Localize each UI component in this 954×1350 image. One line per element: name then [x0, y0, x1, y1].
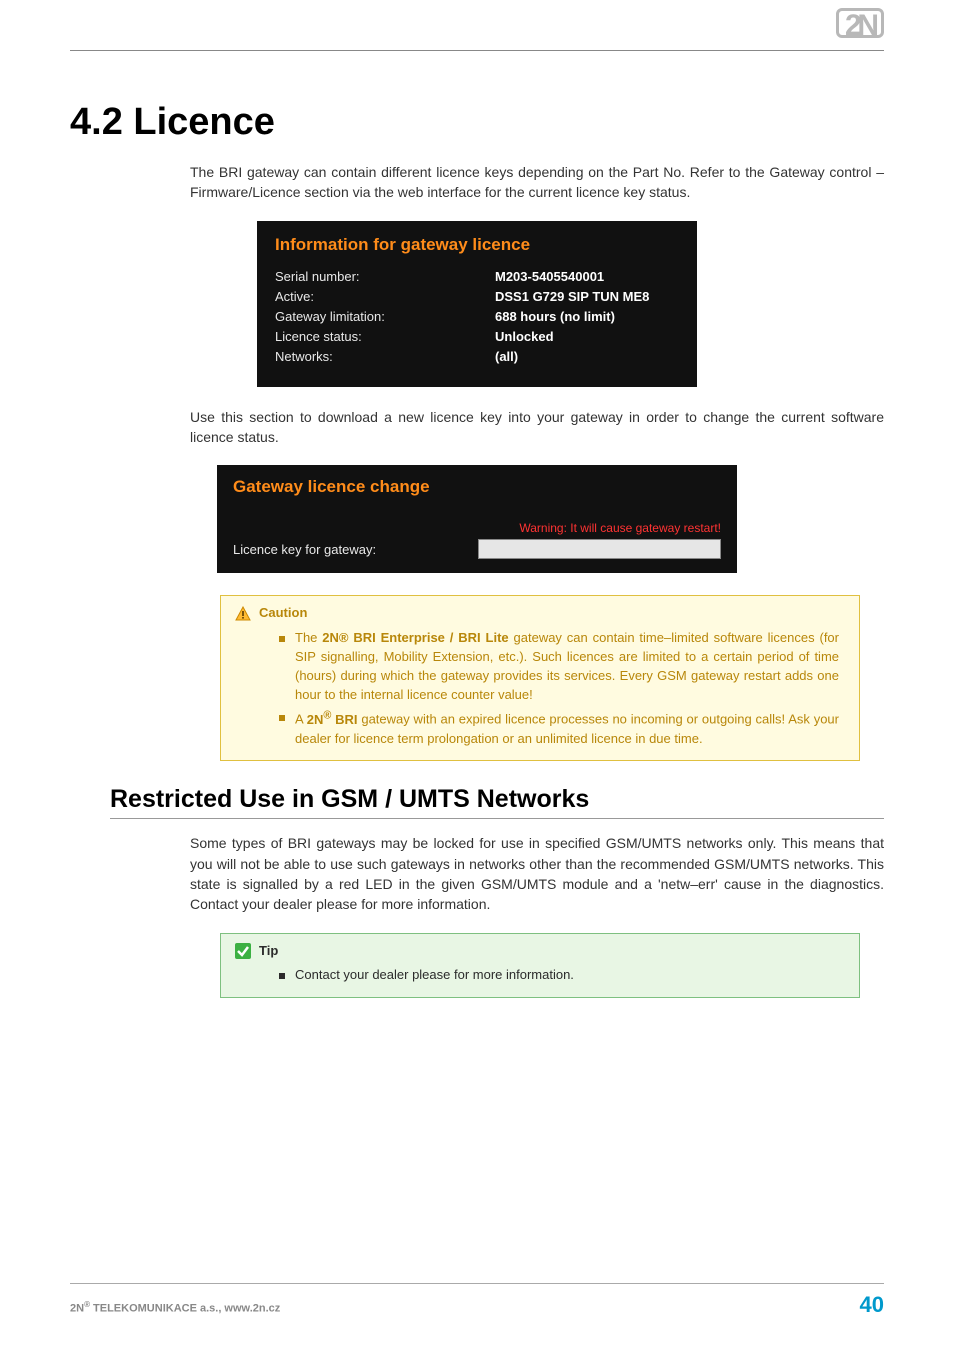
tip-title: Tip: [259, 942, 278, 961]
licence-change-panel: Gateway licence change Warning: It will …: [217, 465, 737, 573]
licence-info-title: Information for gateway licence: [275, 235, 679, 255]
licence-info-panel: Information for gateway licence Serial n…: [257, 221, 697, 387]
info-row: Licence status: Unlocked: [275, 329, 679, 344]
info-row: Gateway limitation: 688 hours (no limit): [275, 309, 679, 324]
licence-change-title: Gateway licence change: [233, 477, 721, 497]
licence-key-row: Licence key for gateway:: [233, 539, 721, 559]
info-value: Unlocked: [495, 329, 679, 344]
info-label: Licence status:: [275, 329, 495, 344]
info-value: M203-5405540001: [495, 269, 679, 284]
page-title: 4.2 Licence: [70, 101, 884, 144]
warning-icon: [235, 606, 251, 622]
caution-callout: Caution The 2N® BRI Enterprise / BRI Lit…: [220, 595, 860, 761]
subsection-title: Restricted Use in GSM / UMTS Networks: [110, 785, 884, 819]
info-value: DSS1 G729 SIP TUN ME8: [495, 289, 679, 304]
logo-2n-icon: [836, 8, 884, 38]
info-row: Networks: (all): [275, 349, 679, 364]
check-icon: [235, 943, 251, 959]
header-rule: [70, 50, 884, 51]
restart-warning: Warning: It will cause gateway restart!: [233, 521, 721, 535]
page-footer: 2N® TELEKOMUNIKACE a.s., www.2n.cz 40: [70, 1283, 884, 1318]
info-row: Active: DSS1 G729 SIP TUN ME8: [275, 289, 679, 304]
paragraph-3: Some types of BRI gateways may be locked…: [190, 833, 884, 914]
info-label: Active:: [275, 289, 495, 304]
info-label: Networks:: [275, 349, 495, 364]
paragraph-2: Use this section to download a new licen…: [190, 407, 884, 448]
intro-paragraph: The BRI gateway can contain different li…: [190, 162, 884, 203]
caution-title: Caution: [259, 604, 307, 623]
info-label: Serial number:: [275, 269, 495, 284]
tip-callout: Tip Contact your dealer please for more …: [220, 933, 860, 999]
info-value: 688 hours (no limit): [495, 309, 679, 324]
footer-left: 2N® TELEKOMUNIKACE a.s., www.2n.cz: [70, 1300, 280, 1315]
info-label: Gateway limitation:: [275, 309, 495, 324]
licence-key-input[interactable]: [478, 539, 721, 559]
licence-key-label: Licence key for gateway:: [233, 542, 478, 557]
info-value: (all): [495, 349, 679, 364]
brand-logo: [836, 8, 884, 38]
caution-item-1: The 2N® BRI Enterprise / BRI Lite gatewa…: [279, 629, 839, 704]
tip-item-1: Contact your dealer please for more info…: [279, 966, 839, 985]
info-row: Serial number: M203-5405540001: [275, 269, 679, 284]
page-number: 40: [860, 1292, 884, 1318]
caution-item-2: A 2N® BRI gateway with an expired licenc…: [279, 708, 839, 748]
